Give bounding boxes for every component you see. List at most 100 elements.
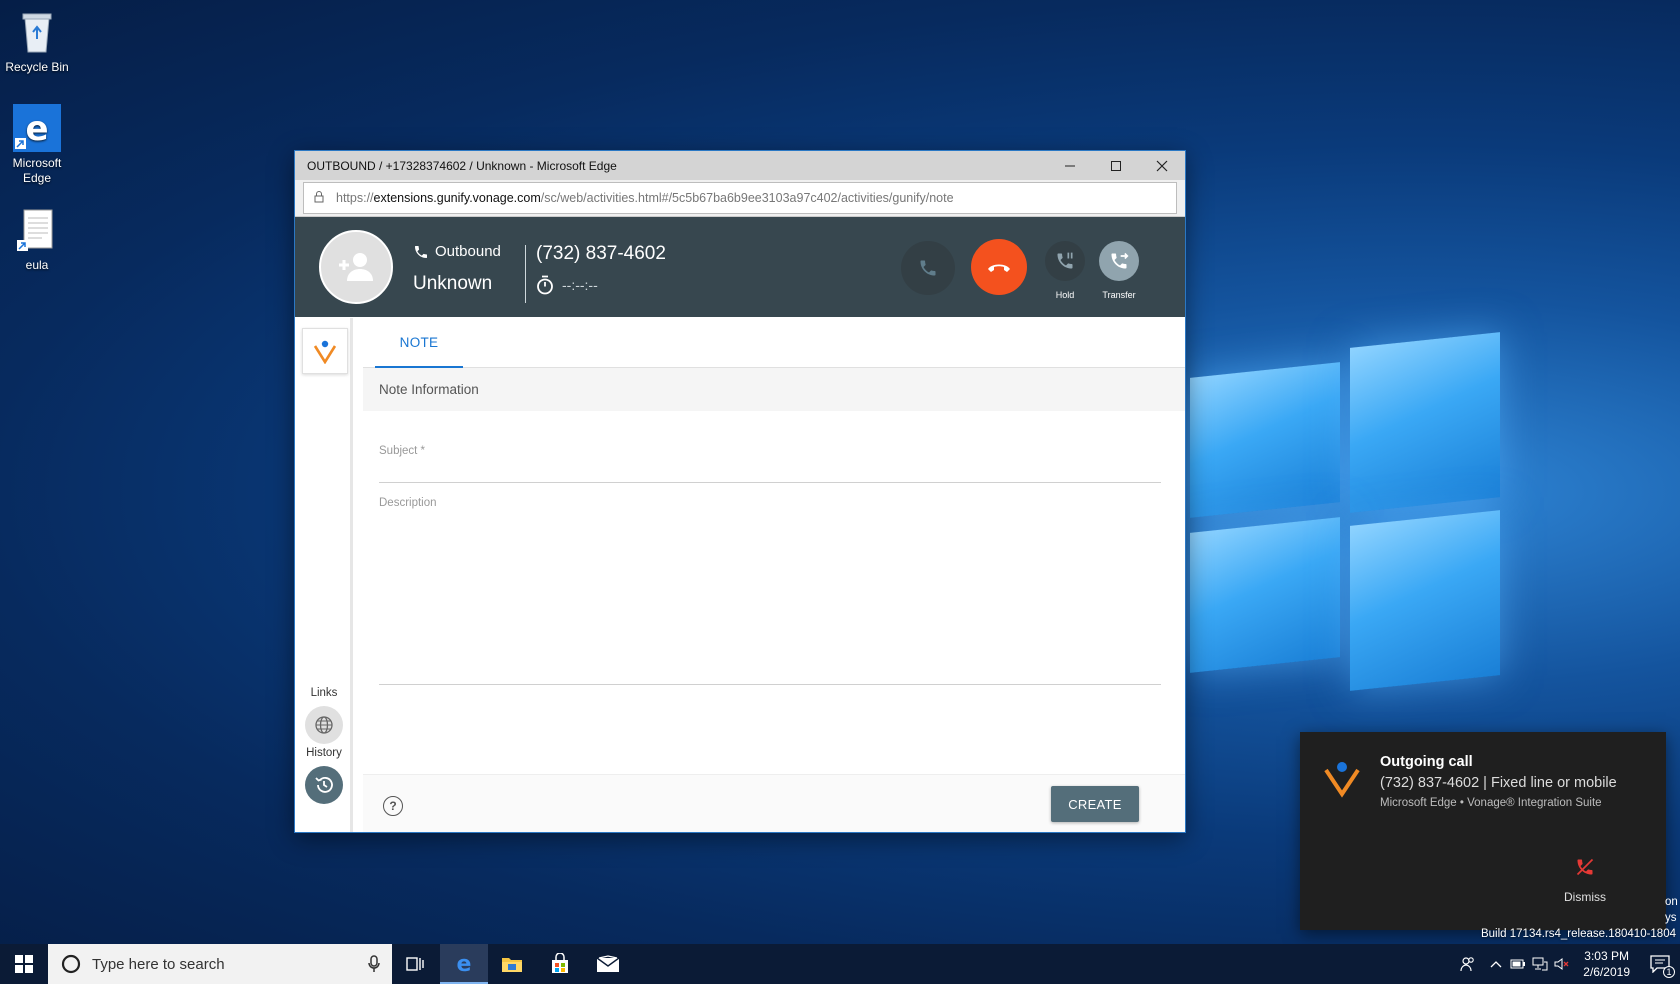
toast-title: Outgoing call xyxy=(1380,754,1473,770)
answer-button[interactable] xyxy=(901,241,955,295)
desktop-icon-label: Microsoft Edge xyxy=(12,156,62,185)
tab-bar: NOTE xyxy=(363,318,1185,368)
hold-button[interactable] xyxy=(1045,241,1085,281)
url-path: /sc/web/activities.html#/5c5b67ba6b9ee31… xyxy=(540,191,954,205)
call-direction: Outbound xyxy=(413,243,501,260)
clock-time: 3:03 PM xyxy=(1584,949,1629,963)
transfer-button[interactable] xyxy=(1099,241,1139,281)
timer-value: --:--:-- xyxy=(562,277,598,293)
hangup-button[interactable] xyxy=(971,239,1027,295)
maximize-button[interactable] xyxy=(1093,151,1139,180)
hang-up-icon xyxy=(988,264,1010,272)
mail-icon xyxy=(596,955,620,972)
minimize-button[interactable] xyxy=(1047,151,1093,180)
vonage-logo-button[interactable] xyxy=(302,328,348,374)
links-label: Links xyxy=(310,687,338,699)
globe-icon xyxy=(315,716,333,734)
taskbar-file-explorer[interactable] xyxy=(488,944,536,984)
window-titlebar[interactable]: OUTBOUND / +17328374602 / Unknown - Micr… xyxy=(295,151,1185,180)
task-view-button[interactable] xyxy=(392,944,440,984)
task-view-icon xyxy=(406,957,424,971)
action-center-button[interactable]: 1 xyxy=(1640,944,1680,984)
missed-call-icon[interactable] xyxy=(1572,854,1598,880)
create-button[interactable]: CREATE xyxy=(1051,786,1139,822)
phone-number: (732) 837-4602 xyxy=(536,243,666,264)
edge-icon: e xyxy=(13,104,61,152)
phone-hold-icon xyxy=(1057,252,1073,269)
taskbar-store[interactable] xyxy=(536,944,584,984)
build-watermark: Build 17134.rs4_release.180410-1804 xyxy=(1480,928,1676,940)
toast-source: Microsoft Edge • Vonage® Integration Sui… xyxy=(1380,797,1602,809)
history-label: History xyxy=(306,747,342,759)
history-button[interactable] xyxy=(305,766,343,804)
description-placeholder: Description xyxy=(379,497,437,509)
call-header: Outbound Unknown (732) 837-4602 --:--:--… xyxy=(295,217,1185,317)
taskbar-clock[interactable]: 3:03 PM 2/6/2019 xyxy=(1573,948,1640,980)
windows-icon xyxy=(15,955,33,973)
browser-window: OUTBOUND / +17328374602 / Unknown - Micr… xyxy=(294,150,1186,833)
vonage-logo-icon xyxy=(1322,758,1362,803)
dismiss-button[interactable]: Dismiss xyxy=(1545,890,1625,904)
system-tray: 3:03 PM 2/6/2019 1 xyxy=(1451,944,1680,984)
description-field[interactable]: Description xyxy=(379,497,1161,685)
desktop-icon-label: eula xyxy=(25,258,49,272)
vonage-logo-icon xyxy=(313,340,337,364)
stopwatch-icon xyxy=(537,275,553,295)
url-field[interactable]: https://extensions.gunify.vonage.com/sc/… xyxy=(303,182,1177,214)
help-icon[interactable]: ? xyxy=(383,796,403,816)
store-icon xyxy=(552,953,568,973)
subject-field[interactable]: Subject * xyxy=(379,445,1161,483)
start-button[interactable] xyxy=(0,944,48,984)
edge-icon: e xyxy=(457,952,472,974)
url-scheme: https:// xyxy=(336,191,374,205)
app-body: Links History NOTE Note Information Subj… xyxy=(295,318,1185,832)
links-button[interactable] xyxy=(305,706,343,744)
clock-date: 2/6/2019 xyxy=(1583,965,1630,979)
address-bar: https://extensions.gunify.vonage.com/sc/… xyxy=(295,180,1185,217)
desktop-icon-recycle-bin[interactable]: Recycle Bin xyxy=(0,8,76,75)
taskbar-search-box[interactable]: Type here to search xyxy=(48,944,392,984)
contact-name: Unknown xyxy=(413,273,493,294)
call-timer: --:--:-- xyxy=(536,275,598,295)
cortana-icon xyxy=(61,954,81,974)
svg-text:e: e xyxy=(25,109,48,149)
direction-label: Outbound xyxy=(435,243,501,260)
main-panel: NOTE Note Information Subject * Descript… xyxy=(363,318,1185,832)
windows-logo-wallpaper xyxy=(1180,330,1510,720)
document-icon xyxy=(13,206,61,254)
toast-message: (732) 837-4602 | Fixed line or mobile xyxy=(1380,775,1617,791)
close-icon xyxy=(1156,160,1168,171)
window-title: OUTBOUND / +17328374602 / Unknown - Micr… xyxy=(307,158,617,173)
microphone-icon[interactable] xyxy=(368,955,380,973)
desktop-icon-edge[interactable]: e Microsoft Edge xyxy=(0,104,76,186)
phone-icon xyxy=(415,245,427,258)
form-footer: ? CREATE xyxy=(363,774,1185,832)
recycle-bin-icon xyxy=(13,8,61,56)
hold-label: Hold xyxy=(1055,290,1075,300)
search-placeholder: Type here to search xyxy=(92,955,225,973)
svg-text:e: e xyxy=(457,952,472,974)
taskbar-mail[interactable] xyxy=(584,944,632,984)
close-button[interactable] xyxy=(1139,151,1185,180)
desktop-icon-eula[interactable]: eula xyxy=(0,206,76,273)
phone-icon xyxy=(920,260,936,276)
notification-toast[interactable]: Outgoing call (732) 837-4602 | Fixed lin… xyxy=(1300,732,1666,930)
url-host: extensions.gunify.vonage.com xyxy=(373,191,541,205)
build-watermark-fragment: on xyxy=(1665,896,1678,908)
history-icon xyxy=(315,777,333,793)
build-watermark-fragment: ys xyxy=(1665,912,1677,924)
volume-muted-icon[interactable] xyxy=(1551,944,1573,984)
add-contact-avatar[interactable] xyxy=(319,230,393,304)
chevron-up-icon[interactable] xyxy=(1485,944,1507,984)
lock-icon xyxy=(314,190,324,206)
notification-count-badge: 1 xyxy=(1663,966,1675,978)
battery-icon[interactable] xyxy=(1507,944,1529,984)
tab-note[interactable]: NOTE xyxy=(375,318,463,368)
taskbar-edge[interactable]: e xyxy=(440,944,488,984)
network-icon[interactable] xyxy=(1529,944,1551,984)
phone-transfer-icon xyxy=(1111,252,1129,269)
section-header: Note Information xyxy=(363,368,1185,411)
transfer-label: Transfer xyxy=(1102,290,1136,300)
people-icon[interactable] xyxy=(1451,944,1485,984)
add-person-icon xyxy=(339,253,373,281)
